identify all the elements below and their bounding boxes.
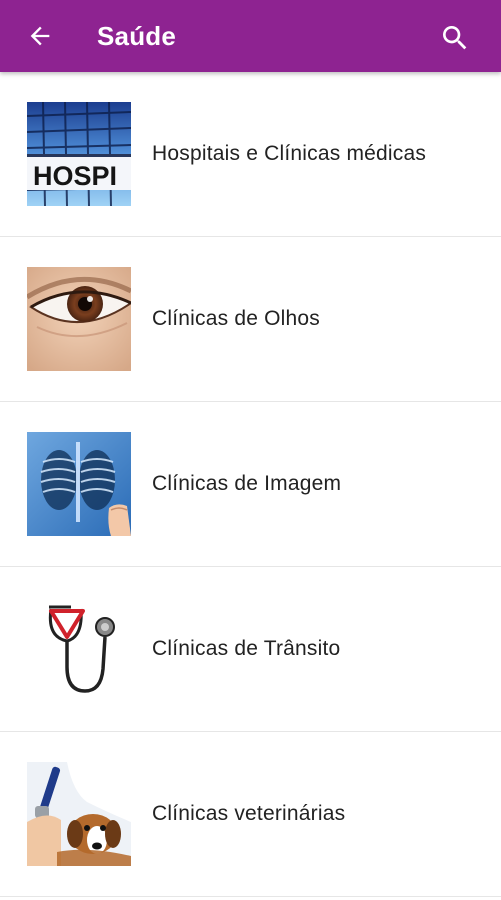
category-list: HOSPI Hospitais e Clínicas médicas Clíni… xyxy=(0,72,501,897)
list-item-label: Clínicas veterinárias xyxy=(152,802,346,825)
hospital-building-image: HOSPI xyxy=(27,102,131,206)
list-item-transito[interactable]: Clínicas de Trânsito xyxy=(0,567,501,732)
hospital-sign-text: HOSPI xyxy=(33,161,117,191)
list-item-veterinarias[interactable]: Clínicas veterinárias xyxy=(0,732,501,897)
list-item-olhos[interactable]: Clínicas de Olhos xyxy=(0,237,501,402)
eye-image xyxy=(27,267,131,371)
xray-image xyxy=(27,432,131,536)
list-item-label: Clínicas de Imagem xyxy=(152,472,342,495)
list-item-label: Clínicas de Trânsito xyxy=(152,637,341,660)
app-bar: Saúde xyxy=(0,0,501,72)
arrow-left-icon xyxy=(30,26,50,46)
back-button[interactable] xyxy=(22,20,58,52)
list-item-imagem[interactable]: Clínicas de Imagem xyxy=(0,402,501,567)
list-item-hospitais[interactable]: HOSPI Hospitais e Clínicas médicas xyxy=(0,72,501,237)
stethoscope-yield-sign-image xyxy=(27,597,131,701)
search-button[interactable] xyxy=(439,22,471,54)
vet-dog-image xyxy=(27,762,131,866)
list-item-label: Clínicas de Olhos xyxy=(152,307,320,330)
page-title: Saúde xyxy=(97,21,177,51)
search-icon xyxy=(443,26,467,50)
list-item-label: Hospitais e Clínicas médicas xyxy=(152,142,427,165)
